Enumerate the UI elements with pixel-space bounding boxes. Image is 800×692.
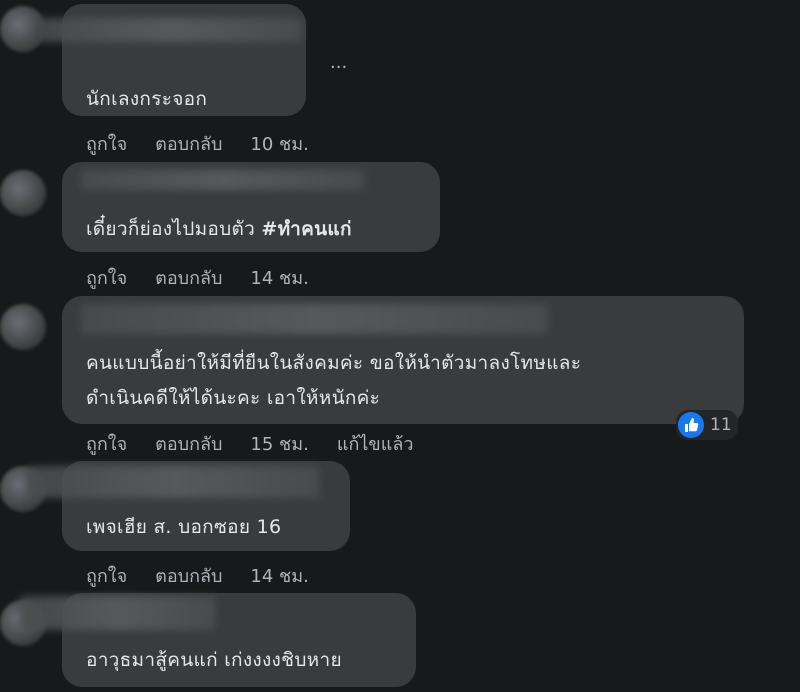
author-name-blurred[interactable] — [20, 596, 216, 630]
comment-text: อาวุธมาสู้คนแก่ เก่งงงงชิบหาย — [86, 649, 342, 671]
comment-5: อาวุธมาสู้คนแก่ เก่งงงงชิบหาย — [0, 0, 800, 692]
